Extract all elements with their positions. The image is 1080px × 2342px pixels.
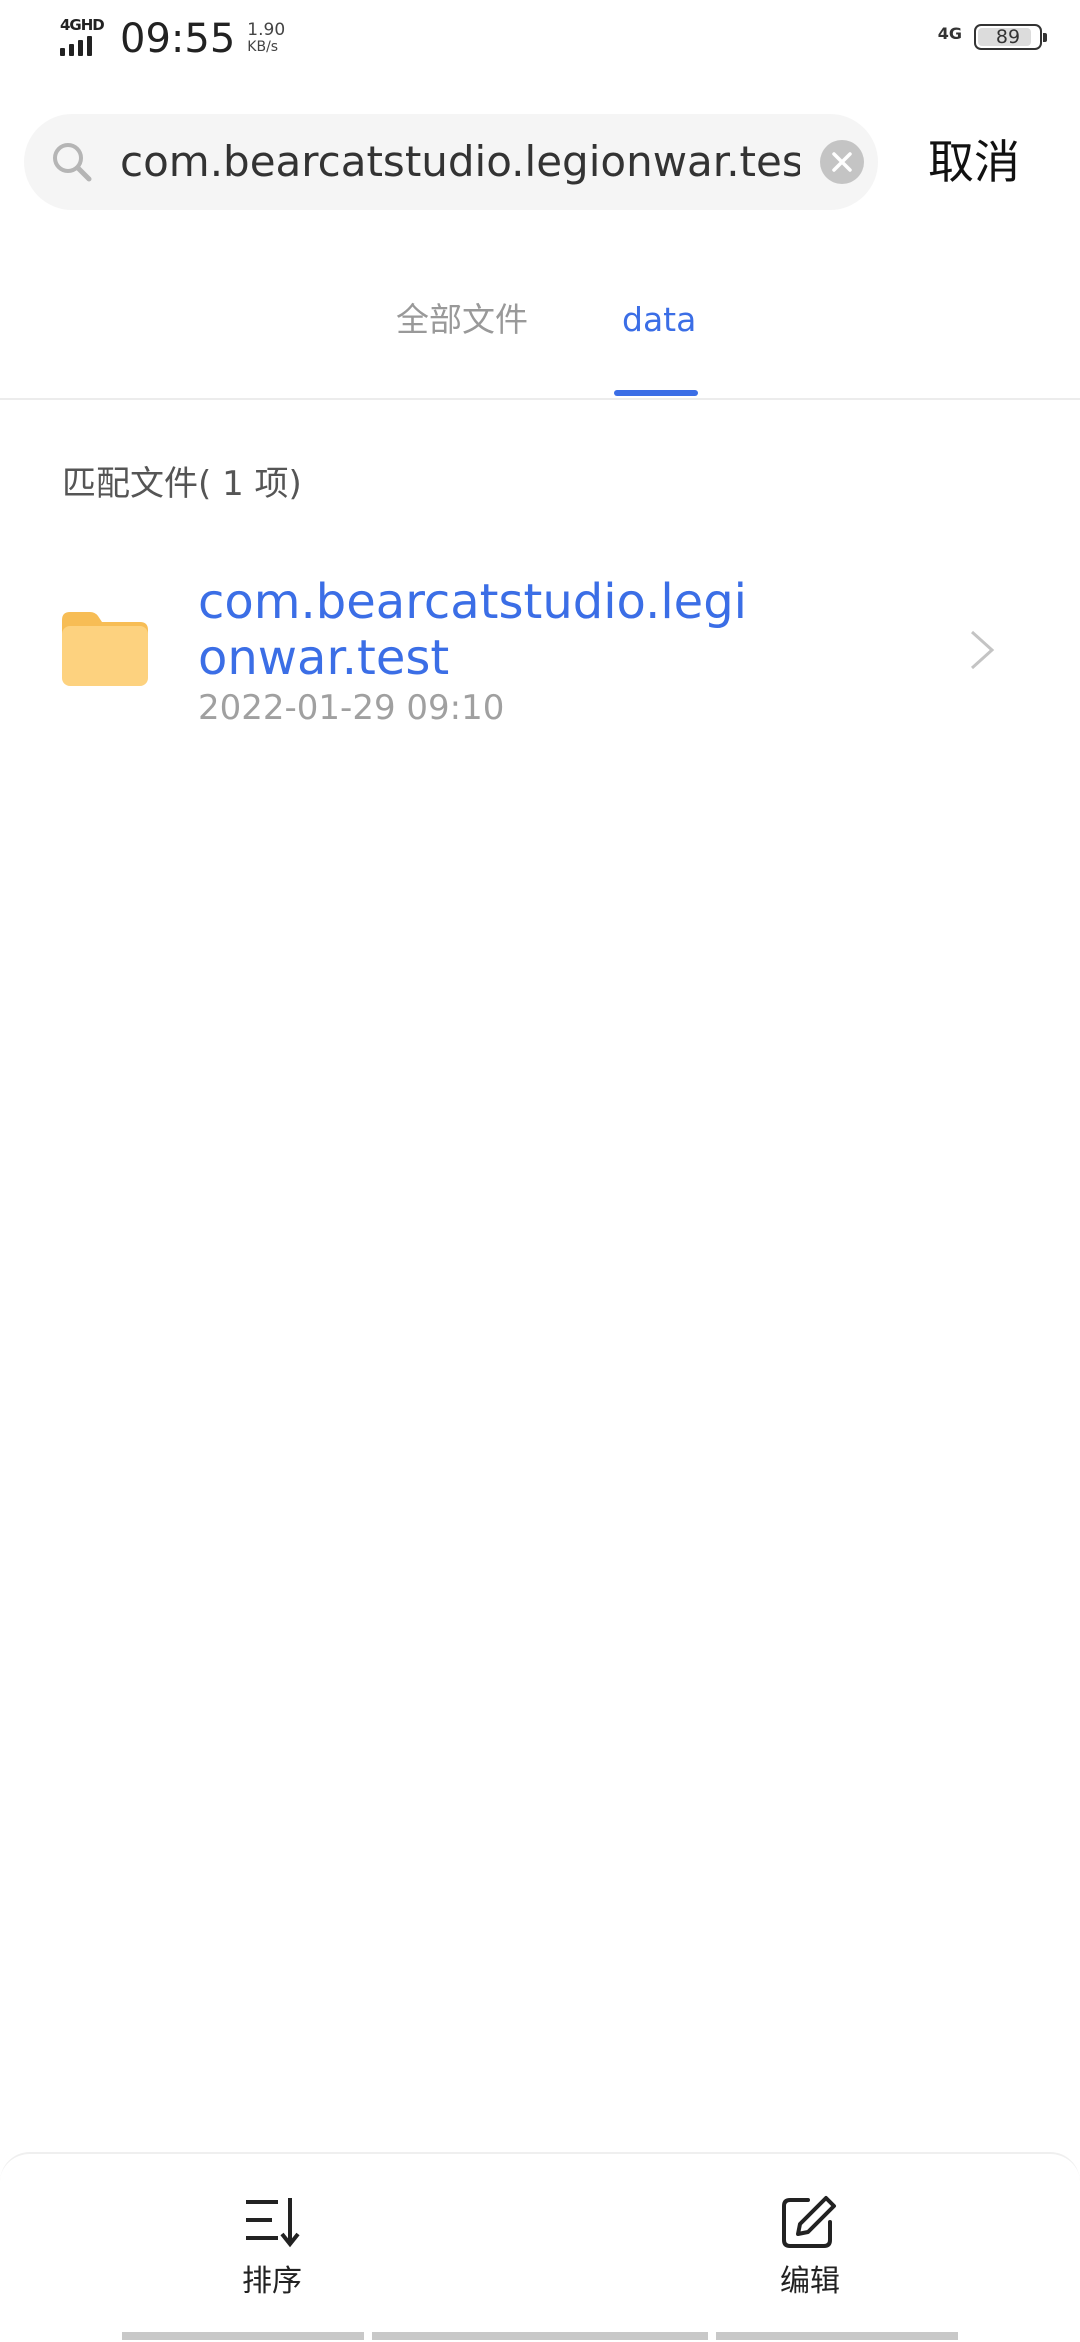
status-bar: 4GHD 09:55 1.90 KB/s 4G 89	[0, 0, 1080, 84]
match-count-label: 匹配文件( 1 项)	[62, 464, 302, 504]
search-input[interactable]: com.bearcatstudio.legionwar.test	[120, 134, 800, 190]
network-type: 4GHD	[60, 16, 105, 34]
tab-all-files[interactable]: 全部文件	[396, 298, 528, 342]
tab-bar: 全部文件 data	[0, 280, 1080, 400]
status-bar-right: 4G 89	[937, 23, 1047, 50]
list-item[interactable]: com.bearcatstudio.legionwar.test 2022-01…	[0, 560, 1080, 740]
bottom-toolbar: 排序 编辑	[0, 2152, 1080, 2342]
status-bar-left: 4GHD 09:55 1.90 KB/s	[58, 16, 285, 62]
tab-data[interactable]: data	[622, 298, 696, 342]
signal-icon: 4GHD	[58, 16, 106, 58]
network-speed: 1.90 KB/s	[247, 22, 285, 56]
close-icon	[832, 152, 852, 172]
search-query: com.bearcatstudio.legionwar.test	[120, 137, 800, 186]
sort-label: 排序	[242, 2264, 302, 2299]
edit-label: 编辑	[780, 2264, 840, 2299]
result-file-date: 2022-01-29 09:10	[198, 688, 505, 728]
active-tab-indicator	[614, 390, 698, 396]
result-file-name: com.bearcatstudio.legionwar.test	[198, 574, 747, 686]
sort-icon	[246, 2198, 300, 2248]
chevron-right-icon	[970, 630, 995, 670]
search-box[interactable]: com.bearcatstudio.legionwar.test	[24, 114, 878, 210]
clock: 09:55	[120, 16, 236, 62]
clear-search-button[interactable]	[820, 140, 864, 184]
battery-level: 89	[995, 26, 1021, 48]
speed-value: 1.90	[247, 20, 286, 40]
edit-button[interactable]: 编辑	[730, 2194, 890, 2302]
navigation-bar[interactable]	[0, 2332, 1080, 2340]
sort-button[interactable]: 排序	[192, 2194, 352, 2302]
speed-unit: KB/s	[247, 39, 279, 55]
search-icon	[53, 143, 92, 182]
folder-icon	[62, 612, 148, 686]
battery-icon: 89	[974, 24, 1047, 50]
edit-icon	[782, 2196, 836, 2248]
cancel-button[interactable]: 取消	[928, 132, 1020, 192]
secondary-network-icon: 4G	[937, 23, 962, 43]
